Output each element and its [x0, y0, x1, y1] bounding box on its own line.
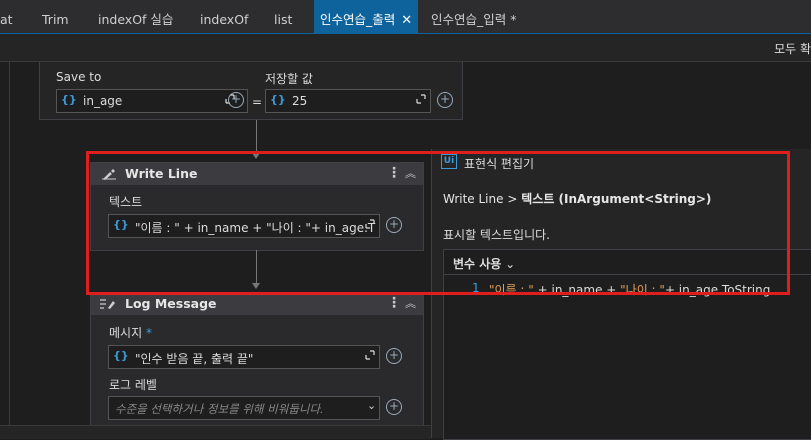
expand-icon[interactable] [416, 94, 426, 104]
expand-icon[interactable] [365, 350, 375, 360]
log-message-title: Log Message [125, 296, 217, 311]
chevron-down-icon: ⌄ [367, 399, 377, 412]
log-message-activity[interactable]: Log Message ⋮ ︽ 메시지 * {} "인수 받음 끝, 출력 끝"… [90, 292, 424, 439]
message-label-text: 메시지 [109, 326, 143, 340]
bottom-panel-header [0, 425, 431, 439]
highlight-annotation [86, 151, 790, 295]
sequence-border [9, 62, 10, 438]
log-message-icon [100, 299, 115, 309]
variable-icon: {} [270, 93, 286, 106]
log-level-placeholder: 수준을 선택하거나 정보를 위해 비워둡니다. [115, 402, 324, 416]
value-value: 25 [292, 94, 308, 108]
save-to-value: in_age [83, 94, 123, 108]
tab-indexof-practice[interactable]: indexOf 실습 [98, 0, 173, 33]
message-field[interactable]: {} "인수 받음 끝, 출력 끝" [108, 345, 380, 369]
message-value: "인수 받음 끝, 출력 끝" [135, 352, 254, 366]
variable-icon: {} [61, 93, 77, 106]
plus-icon[interactable]: + [228, 92, 244, 108]
plus-icon[interactable]: + [386, 348, 402, 364]
designer-toolbar: 모두 확 [0, 34, 811, 62]
save-to-field[interactable]: {} in_age [56, 89, 248, 113]
tab-indexof[interactable]: indexOf [200, 0, 248, 33]
value-label: 저장할 값 [265, 72, 313, 86]
tab-argument-output[interactable]: 인수연습_출력 ✕ [314, 0, 419, 33]
log-message-header: Log Message ⋮ ︽ [91, 293, 423, 315]
log-level-label: 로그 레벨 [109, 378, 157, 392]
tab-argument-input[interactable]: 인수연습_입력 * [431, 0, 516, 33]
message-label: 메시지 * [109, 324, 152, 341]
tab-list[interactable]: list [274, 0, 292, 33]
tab-trim[interactable]: Trim [42, 0, 69, 33]
expand-all-button[interactable]: 모두 확 [774, 40, 811, 57]
menu-icon[interactable]: ⋮ [387, 295, 401, 311]
plus-icon[interactable]: + [437, 92, 453, 108]
log-level-select[interactable]: 수준을 선택하거나 정보를 위해 비워둡니다. ⌄ [108, 396, 380, 420]
assign-activity[interactable]: Save to {} in_age + = 저장할 값 {} 25 + [39, 62, 463, 120]
tab-at[interactable]: at [0, 0, 13, 33]
plus-icon[interactable]: + [386, 399, 402, 415]
connector-line [256, 120, 257, 154]
value-field[interactable]: {} 25 [265, 89, 431, 113]
tab-label: 인수연습_출력 [320, 12, 396, 27]
equals-sign: = [252, 95, 263, 109]
collapse-icon[interactable]: ︽ [405, 295, 416, 311]
required-mark: * [145, 326, 152, 340]
tab-bar: at Trim indexOf 실습 indexOf list 인수연습_출력 ✕… [0, 0, 811, 34]
variable-icon: {} [113, 349, 129, 362]
save-to-label: Save to [56, 70, 102, 84]
